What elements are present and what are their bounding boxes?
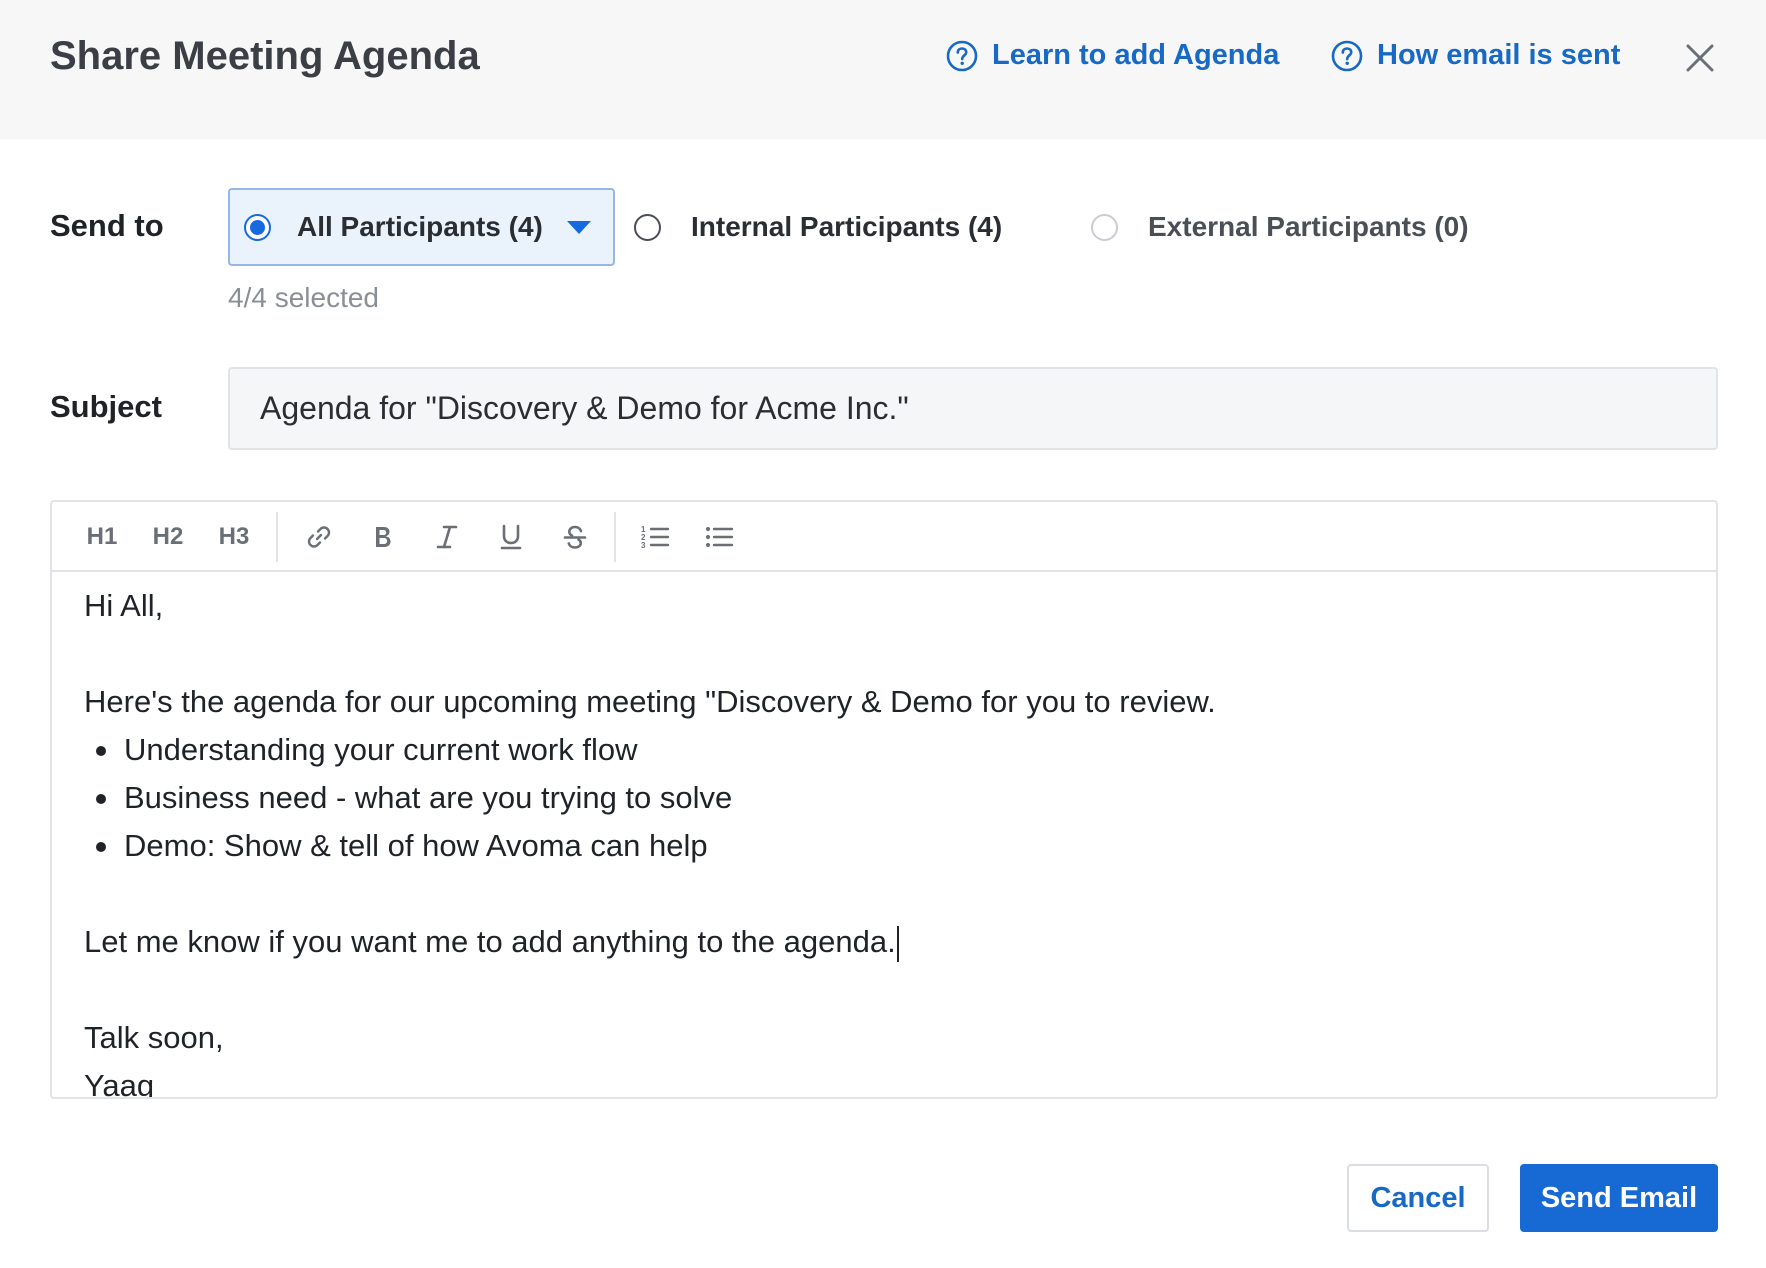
selected-count: 4/4 selected	[228, 282, 379, 313]
italic-button[interactable]	[430, 520, 464, 554]
radio-external-participants[interactable]: External Participants (0)	[1091, 188, 1469, 266]
question-circle-icon	[946, 40, 978, 71]
toolbar-divider	[614, 512, 616, 562]
greeting-line: Hi All,	[84, 588, 164, 623]
svg-text:3: 3	[641, 541, 646, 550]
how-email-sent-label: How email is sent	[1377, 39, 1621, 71]
agenda-item: Business need - what are you trying to s…	[84, 774, 1686, 822]
caret-down-icon[interactable]	[566, 220, 591, 234]
signature-line: Yaag	[84, 1068, 155, 1099]
external-participants-label: External Participants (0)	[1148, 211, 1469, 242]
closing-line: Let me know if you want me to add anythi…	[84, 924, 896, 959]
radio-button[interactable]	[634, 213, 661, 241]
email-body-editor[interactable]: H1 H2 H3 1 2 3 Hi All, Here's the agenda…	[50, 500, 1718, 1099]
dialog-header: Share Meeting Agenda Learn to add Agenda…	[0, 0, 1766, 139]
radio-button-checked[interactable]	[244, 213, 271, 241]
radio-internal-participants[interactable]: Internal Participants (4)	[634, 188, 1002, 266]
subject-input[interactable]	[228, 367, 1718, 450]
send-email-button[interactable]: Send Email	[1520, 1164, 1718, 1232]
subject-label: Subject	[50, 389, 162, 424]
bold-button[interactable]	[366, 520, 400, 554]
text-cursor	[896, 925, 899, 962]
link-button[interactable]	[302, 520, 336, 554]
strikethrough-button[interactable]	[558, 520, 592, 554]
internal-participants-label: Internal Participants (4)	[691, 211, 1003, 242]
heading3-button[interactable]: H3	[216, 520, 252, 554]
closing-paragraph: Let me know if you want me to add anythi…	[84, 918, 1686, 966]
editor-toolbar: H1 H2 H3 1 2 3	[52, 502, 1716, 572]
all-participants-label: All Participants (4)	[297, 211, 543, 242]
strikethrough-icon	[563, 525, 587, 549]
learn-agenda-link[interactable]: Learn to add Agenda	[946, 39, 1279, 72]
signoff-line: Talk soon,	[84, 1020, 224, 1055]
send-to-label: Send to	[50, 208, 164, 243]
toolbar-divider	[276, 512, 278, 562]
heading1-button[interactable]: H1	[84, 520, 120, 554]
editor-content[interactable]: Hi All, Here's the agenda for our upcomi…	[84, 582, 1686, 1099]
agenda-item: Understanding your current work flow	[84, 726, 1686, 774]
bullet-list-icon	[706, 527, 734, 547]
bullet-list-button[interactable]	[702, 520, 736, 554]
intro-line: Here's the agenda for our upcoming meeti…	[84, 684, 1216, 719]
ordered-list-icon: 1 2 3	[641, 525, 670, 550]
radio-button-disabled[interactable]	[1091, 213, 1118, 241]
learn-agenda-label: Learn to add Agenda	[992, 39, 1280, 71]
link-icon	[307, 526, 331, 548]
bold-icon	[376, 527, 391, 547]
underline-button[interactable]	[494, 520, 528, 554]
dialog-title: Share Meeting Agenda	[50, 34, 480, 78]
close-icon[interactable]	[1680, 38, 1720, 78]
cancel-button[interactable]: Cancel	[1347, 1164, 1489, 1232]
italic-icon	[436, 525, 458, 549]
underline-icon	[500, 524, 522, 550]
how-email-sent-link[interactable]: How email is sent	[1331, 39, 1620, 72]
agenda-list: Understanding your current work flow Bus…	[84, 726, 1686, 870]
question-circle-icon	[1331, 40, 1363, 71]
heading2-button[interactable]: H2	[150, 520, 186, 554]
ordered-list-button[interactable]: 1 2 3	[638, 520, 672, 554]
radio-all-participants[interactable]: All Participants (4)	[228, 188, 615, 266]
agenda-item: Demo: Show & tell of how Avoma can help	[84, 822, 1686, 870]
